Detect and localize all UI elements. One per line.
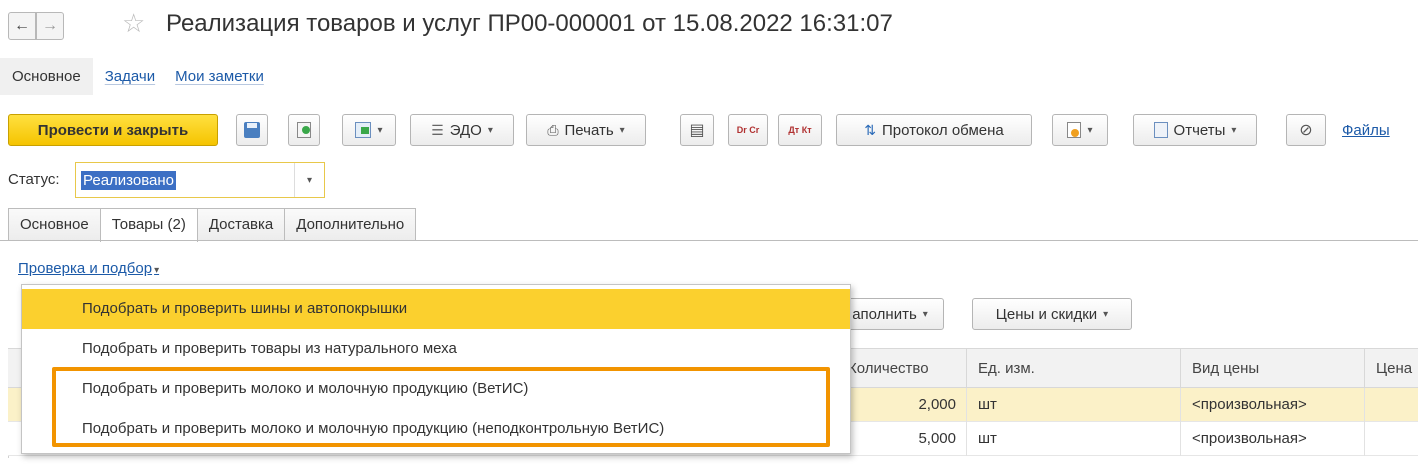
status-select[interactable]: Реализовано ▾ bbox=[75, 162, 325, 198]
dr-cr-icon: Dr Cr bbox=[736, 124, 760, 135]
status-label: Статус: bbox=[8, 171, 60, 188]
chevron-down-icon: ▾ bbox=[154, 265, 160, 276]
reports-button[interactable]: Отчеты ▾ bbox=[1133, 114, 1257, 146]
print-label: Печать bbox=[564, 121, 614, 139]
cell-divider bbox=[966, 388, 967, 422]
printer-icon: ⎙ bbox=[547, 121, 559, 138]
dt-kt-button[interactable]: Дт Кт bbox=[778, 114, 822, 146]
floppy-disk-icon bbox=[244, 122, 260, 138]
fill-button[interactable]: аполнить ▾ bbox=[836, 298, 944, 330]
forward-button[interactable]: → bbox=[36, 12, 64, 40]
dt-kt-icon: Дт Кт bbox=[788, 124, 812, 135]
exchange-log-button[interactable]: ⇅ Протокол обмена bbox=[836, 114, 1032, 146]
chevron-down-icon: ▾ bbox=[1231, 124, 1237, 136]
cell-divider bbox=[1364, 422, 1365, 456]
document-settings-icon bbox=[1067, 122, 1082, 138]
chevron-down-icon: ▾ bbox=[922, 308, 928, 320]
tab-divider bbox=[0, 240, 1418, 241]
save-button[interactable] bbox=[236, 114, 268, 146]
tab-additional[interactable]: Дополнительно bbox=[284, 208, 417, 241]
chevron-down-icon: ▾ bbox=[619, 124, 625, 136]
back-button[interactable]: ← bbox=[8, 12, 36, 40]
chevron-down-icon: ▾ bbox=[1087, 124, 1093, 136]
cell-divider bbox=[1180, 422, 1181, 456]
quantity-cell[interactable]: 5,000 bbox=[856, 430, 956, 447]
create-based-on-button[interactable]: ▾ bbox=[342, 114, 396, 146]
files-link[interactable]: Файлы bbox=[1342, 122, 1390, 139]
document-list-button[interactable]: ▤ bbox=[680, 114, 714, 146]
attach-button[interactable]: ⊘ bbox=[1286, 114, 1326, 146]
favorite-star-icon[interactable]: ☆ bbox=[122, 8, 145, 39]
tab-goods[interactable]: Товары (2) bbox=[99, 208, 198, 242]
quantity-cell[interactable]: 2,000 bbox=[856, 396, 956, 413]
arrow-left-icon: ← bbox=[14, 17, 30, 34]
cell-divider bbox=[1180, 388, 1181, 422]
highlight-annotation-box bbox=[52, 367, 830, 447]
chevron-down-icon: ▾ bbox=[377, 124, 383, 136]
top-nav-tasks[interactable]: Задачи bbox=[105, 68, 155, 85]
unit-cell[interactable]: шт bbox=[978, 430, 997, 447]
document-tabs: Основное Товары (2) Доставка Дополнитель… bbox=[8, 208, 417, 242]
check-and-select-label: Проверка и подбор bbox=[18, 260, 153, 277]
menu-item-fur[interactable]: Подобрать и проверить товары из натураль… bbox=[22, 329, 850, 369]
create-based-icon bbox=[355, 122, 372, 138]
document-title: Реализация товаров и услуг ПР00-000001 о… bbox=[166, 10, 893, 37]
price-type-cell[interactable]: <произвольная> bbox=[1192, 396, 1307, 413]
top-nav-notes[interactable]: Мои заметки bbox=[175, 68, 264, 85]
column-price[interactable]: Цена bbox=[1376, 360, 1412, 377]
settings-menu-button[interactable]: ▾ bbox=[1052, 114, 1108, 146]
post-document-icon bbox=[297, 122, 311, 138]
paperclip-icon: ⊘ bbox=[1299, 122, 1313, 139]
exchange-arrows-icon: ⇅ bbox=[864, 121, 876, 138]
column-quantity[interactable]: Количество bbox=[848, 360, 929, 377]
tab-delivery[interactable]: Доставка bbox=[196, 208, 286, 241]
post-button[interactable] bbox=[288, 114, 320, 146]
print-button[interactable]: ⎙ Печать ▾ bbox=[526, 114, 646, 146]
arrow-right-icon: → bbox=[42, 17, 58, 34]
reports-label: Отчеты bbox=[1173, 121, 1226, 139]
chevron-down-icon: ▾ bbox=[487, 124, 493, 136]
status-value: Реализовано bbox=[81, 171, 176, 190]
dr-cr-button[interactable]: Dr Cr bbox=[728, 114, 768, 146]
column-divider bbox=[1180, 349, 1181, 389]
top-nav: Основное Задачи Мои заметки bbox=[0, 56, 284, 96]
cell-divider bbox=[1364, 388, 1365, 422]
top-nav-main[interactable]: Основное bbox=[0, 57, 93, 95]
exchange-log-label: Протокол обмена bbox=[882, 121, 1004, 139]
column-unit[interactable]: Ед. изм. bbox=[978, 360, 1035, 377]
edo-button[interactable]: ☰ ЭДО ▾ bbox=[410, 114, 514, 146]
column-divider bbox=[966, 349, 967, 389]
check-and-select-link[interactable]: Проверка и подбор ▾ bbox=[18, 260, 159, 277]
prices-discounts-button[interactable]: Цены и скидки ▾ bbox=[972, 298, 1132, 330]
unit-cell[interactable]: шт bbox=[978, 396, 997, 413]
column-divider bbox=[1364, 349, 1365, 389]
column-price-type[interactable]: Вид цены bbox=[1192, 360, 1259, 377]
chevron-down-icon[interactable]: ▾ bbox=[294, 163, 324, 197]
cell-divider bbox=[966, 422, 967, 456]
post-and-close-button[interactable]: Провести и закрыть bbox=[8, 114, 218, 146]
prices-discounts-label: Цены и скидки bbox=[995, 305, 1098, 323]
menu-item-tires[interactable]: Подобрать и проверить шины и автопокрышк… bbox=[22, 289, 850, 329]
tab-main[interactable]: Основное bbox=[8, 208, 101, 241]
price-type-cell[interactable]: <произвольная> bbox=[1192, 430, 1307, 447]
report-icon bbox=[1153, 122, 1168, 138]
edo-label: ЭДО bbox=[449, 121, 482, 139]
list-icon: ▤ bbox=[689, 122, 705, 139]
edo-icon: ☰ bbox=[431, 121, 444, 138]
fill-label: аполнить bbox=[852, 305, 917, 323]
chevron-down-icon: ▾ bbox=[1103, 308, 1109, 320]
